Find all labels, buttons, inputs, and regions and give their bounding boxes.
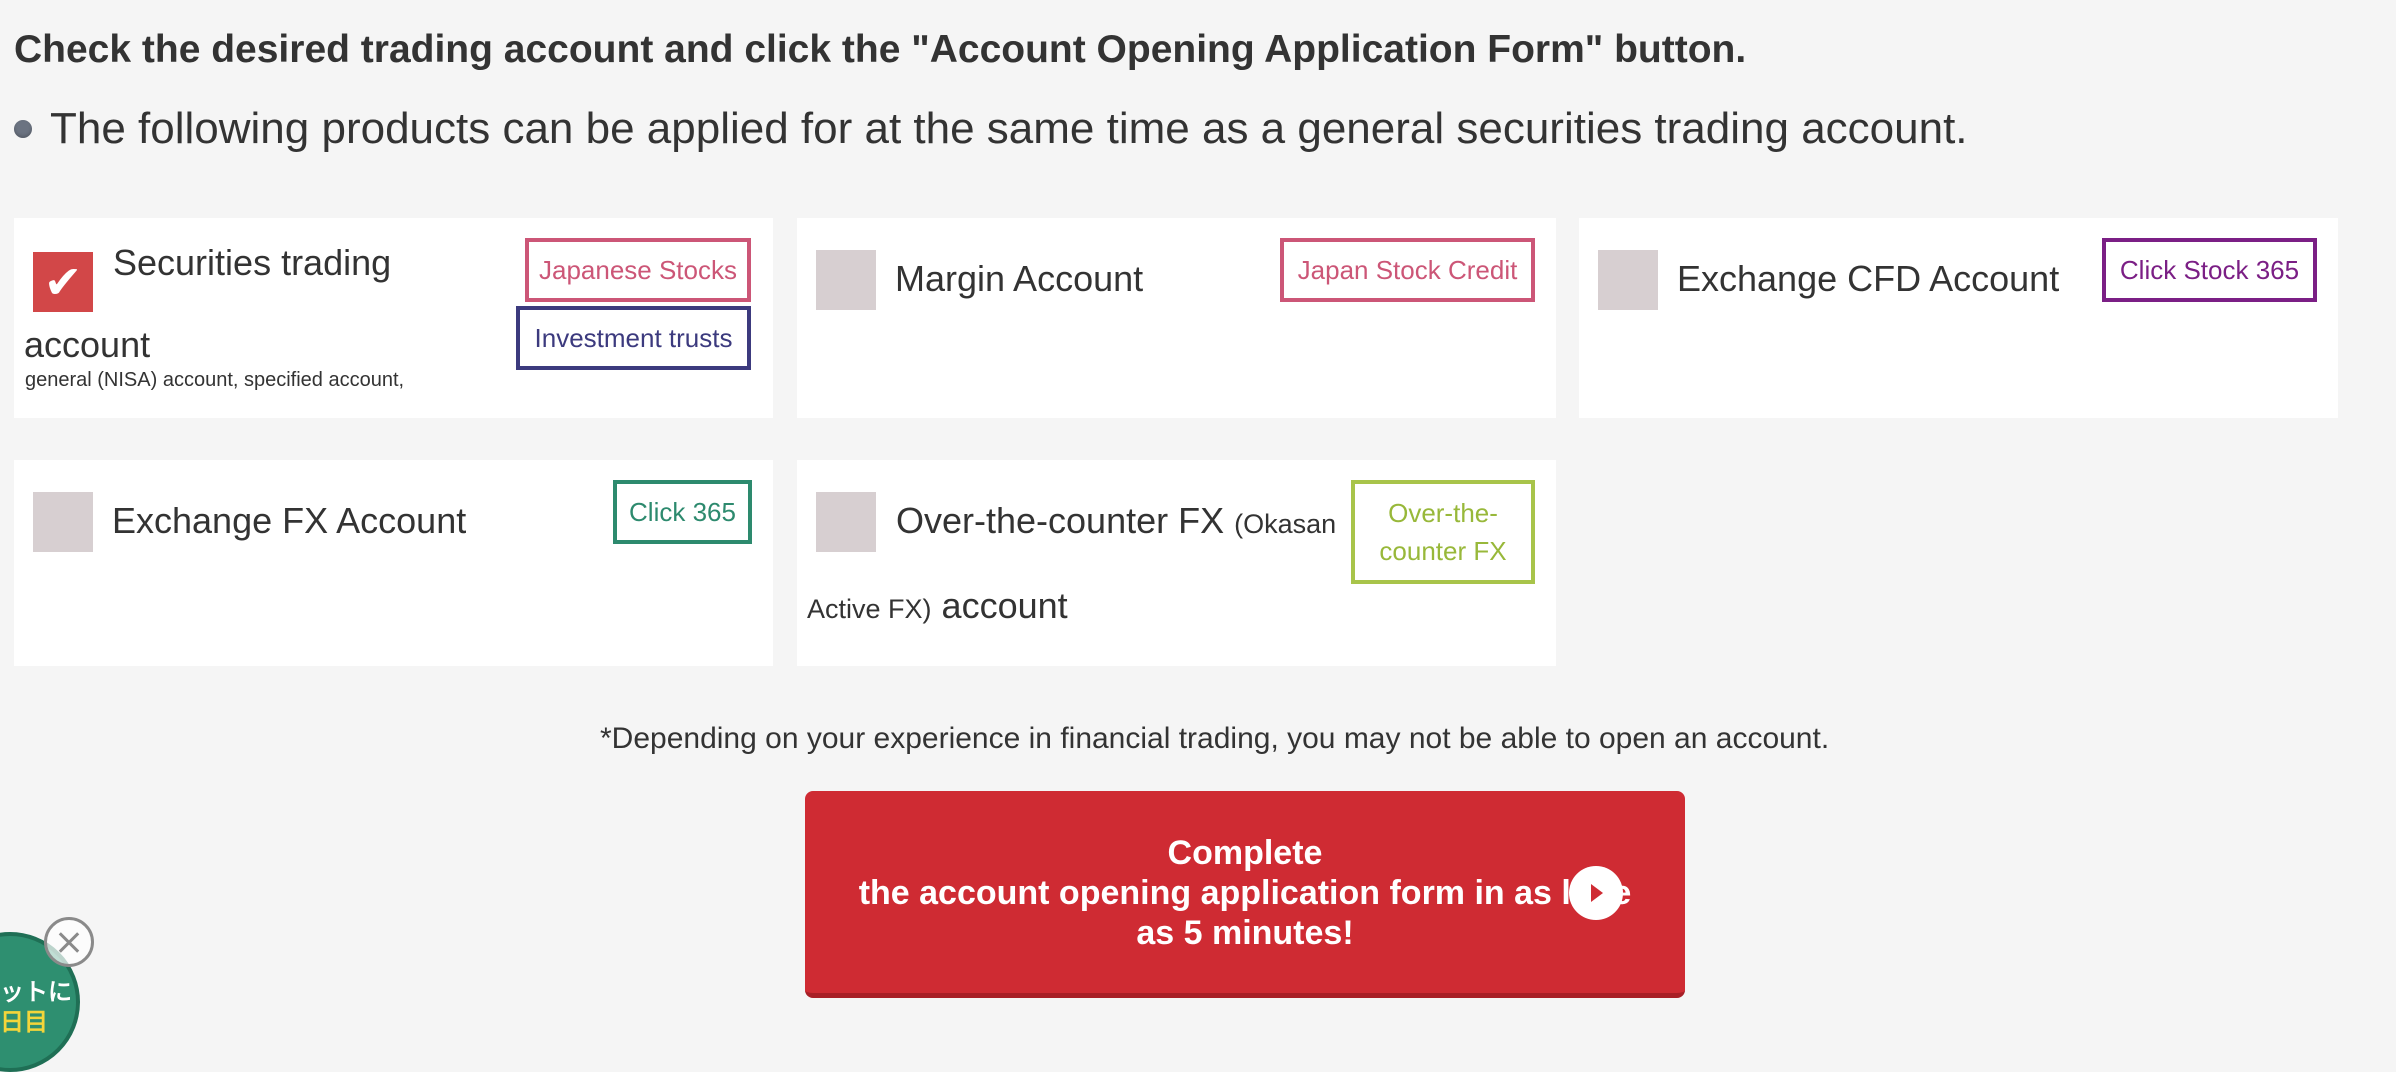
account-card-otc-fx[interactable]: Over-the-counter FX (Okasan Active FX) a… — [797, 460, 1556, 666]
arrow-right-icon — [1569, 866, 1623, 920]
intro-line: The following products can be applied fo… — [14, 104, 1968, 154]
cta-line-2: the account opening application form in … — [858, 874, 1632, 912]
tag-japan-stock-credit: Japan Stock Credit — [1280, 238, 1535, 302]
account-title-otc-fx-main: Over-the-counter FX — [896, 500, 1225, 541]
close-icon[interactable] — [44, 917, 94, 967]
account-title-cfd: Exchange CFD Account — [1677, 258, 2060, 299]
account-title-otc-fx-end: account — [941, 585, 1068, 626]
account-card-margin[interactable]: Margin Account Japan Stock Credit — [797, 218, 1556, 418]
checkbox-exchange-fx[interactable] — [33, 492, 93, 552]
account-title-exchange-fx: Exchange FX Account — [112, 500, 467, 541]
promo-line-2: 日目 — [0, 1009, 48, 1036]
promo-text: ットに 日目 — [0, 978, 72, 1038]
account-title-otc-fx: Over-the-counter FX (Okasan Active FX) a… — [807, 480, 1347, 650]
intro-text: The following products can be applied fo… — [50, 104, 1968, 153]
account-card-cfd[interactable]: Exchange CFD Account Click Stock 365 — [1579, 218, 2338, 418]
tag-japanese-stocks: Japanese Stocks — [525, 238, 751, 302]
account-application-button[interactable]: Complete the account opening application… — [805, 791, 1685, 998]
account-card-securities[interactable]: ✔ Securities trading account general (NI… — [14, 218, 773, 418]
account-sub-securities: general (NISA) account, specified accoun… — [25, 369, 405, 391]
page-heading: Check the desired trading account and cl… — [14, 28, 1747, 71]
checkbox-cfd[interactable] — [1598, 250, 1658, 310]
tag-click-stock-365: Click Stock 365 — [2102, 238, 2317, 302]
account-title-margin: Margin Account — [895, 258, 1144, 299]
bullet-icon — [14, 120, 32, 138]
cta-line-3: as 5 minutes! — [1136, 914, 1354, 952]
disclaimer-note: *Depending on your experience in financi… — [600, 722, 1830, 755]
checkbox-margin[interactable] — [816, 250, 876, 310]
account-card-exchange-fx[interactable]: Exchange FX Account Click 365 — [14, 460, 773, 666]
account-title-securities: Securities trading account — [24, 242, 392, 365]
tag-click-365: Click 365 — [613, 480, 752, 544]
promo-line-1: ットに — [0, 979, 72, 1006]
tag-investment-trusts: Investment trusts — [516, 306, 751, 370]
tag-otc-fx: Over-the-counter FX — [1351, 480, 1535, 584]
cta-line-1: Complete — [1167, 834, 1323, 872]
